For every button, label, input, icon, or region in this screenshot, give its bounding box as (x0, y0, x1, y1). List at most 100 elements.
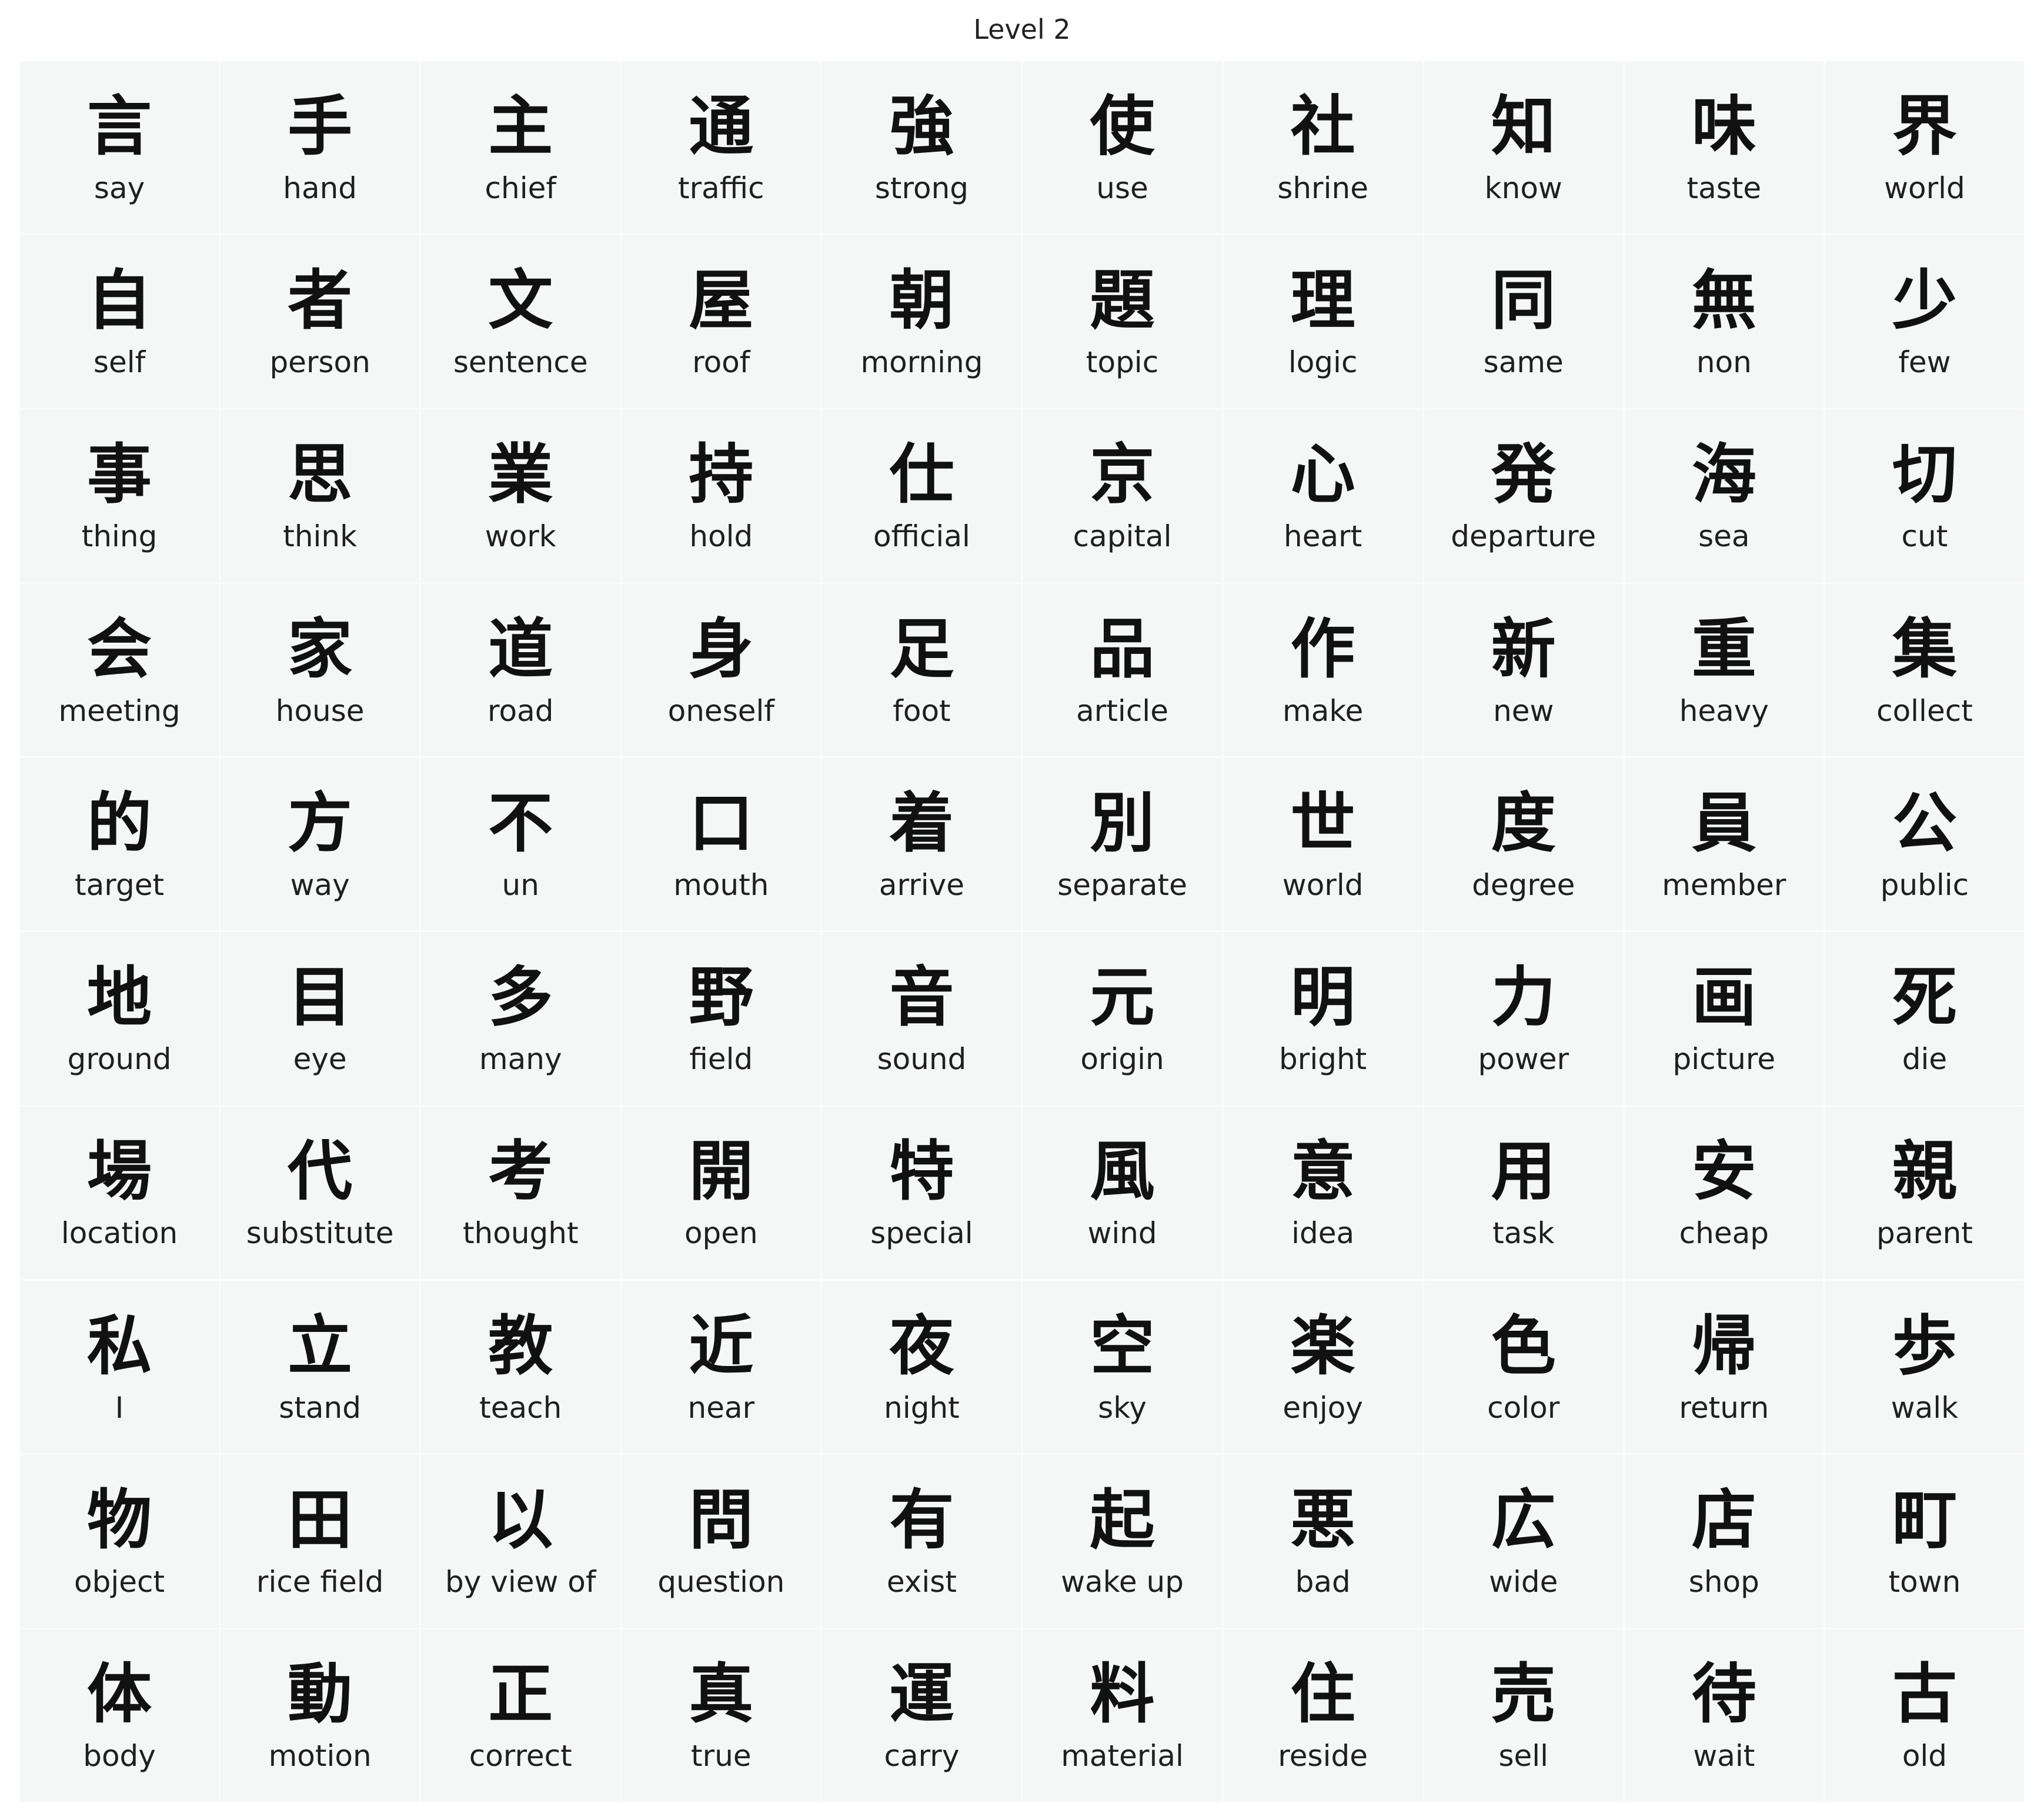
kanji-card: 悪 bad (1223, 1455, 1422, 1628)
kanji-card: 度 degree (1424, 758, 1623, 931)
kanji-meaning: member (1662, 867, 1786, 902)
kanji-character: 町 (1892, 1482, 1957, 1558)
kanji-meaning: rice field (256, 1565, 384, 1599)
kanji-character: 明 (1290, 960, 1355, 1036)
kanji-meaning: field (689, 1042, 753, 1077)
kanji-meaning: sound (877, 1042, 967, 1077)
kanji-meaning: know (1484, 171, 1562, 205)
kanji-card: 世 world (1223, 758, 1422, 931)
kanji-meaning: wide (1489, 1565, 1558, 1599)
kanji-meaning: heavy (1679, 693, 1769, 728)
kanji-character: 家 (288, 611, 353, 687)
kanji-card: 立 stand (221, 1281, 420, 1454)
kanji-character: 通 (689, 88, 754, 164)
kanji-character: 京 (1090, 437, 1155, 513)
kanji-character: 田 (288, 1482, 353, 1558)
kanji-meaning: I (115, 1390, 124, 1425)
kanji-card: 代 substitute (221, 1106, 420, 1280)
kanji-card: 知 know (1424, 61, 1623, 234)
kanji-character: 作 (1290, 611, 1355, 687)
kanji-card: 自 self (20, 235, 219, 408)
kanji-meaning: true (691, 1739, 752, 1774)
kanji-card: 発 departure (1424, 409, 1623, 582)
kanji-meaning: open (684, 1216, 758, 1251)
kanji-meaning: shrine (1277, 171, 1368, 205)
kanji-meaning: foot (893, 693, 951, 728)
kanji-card: 集 collect (1825, 583, 2024, 757)
kanji-meaning: sky (1098, 1390, 1147, 1425)
kanji-card: 身 oneself (622, 583, 821, 757)
kanji-character: 有 (889, 1482, 954, 1558)
kanji-card: 心 heart (1223, 409, 1422, 582)
kanji-card: 以 by view of (421, 1455, 620, 1628)
kanji-card: 別 separate (1023, 758, 1222, 931)
kanji-character: 教 (488, 1308, 553, 1384)
kanji-character: 悪 (1290, 1482, 1355, 1558)
kanji-card: 方 way (221, 758, 420, 931)
kanji-card: 品 article (1023, 583, 1222, 757)
kanji-meaning: carry (884, 1739, 960, 1774)
kanji-character: 音 (889, 960, 954, 1036)
kanji-card: 用 task (1424, 1106, 1623, 1280)
kanji-card: 界 world (1825, 61, 2024, 234)
kanji-character: 思 (288, 437, 353, 513)
kanji-character: 会 (87, 611, 152, 687)
kanji-character: 地 (87, 960, 152, 1036)
kanji-card: 町 town (1825, 1455, 2024, 1628)
kanji-card: 切 cut (1825, 409, 2024, 582)
kanji-meaning: thought (462, 1216, 579, 1251)
kanji-meaning: un (502, 867, 539, 902)
kanji-card: 道 road (421, 583, 620, 757)
kanji-meaning: article (1076, 693, 1168, 728)
kanji-character: 安 (1691, 1134, 1756, 1210)
kanji-character: 住 (1290, 1657, 1355, 1732)
kanji-meaning: sea (1698, 519, 1750, 554)
kanji-character: 売 (1491, 1657, 1556, 1732)
kanji-card: 元 origin (1023, 932, 1222, 1105)
kanji-card: 朝 morning (822, 235, 1021, 408)
kanji-meaning: cheap (1679, 1216, 1769, 1251)
kanji-character: 正 (488, 1657, 553, 1732)
kanji-character: 力 (1491, 960, 1556, 1036)
kanji-card: 店 shop (1624, 1455, 1823, 1628)
kanji-grid: 言 say 手 hand 主 chief 通 traffic 強 strong 使 use 社 shrin… (20, 61, 2024, 1802)
kanji-character: 代 (288, 1134, 353, 1210)
kanji-card: 有 exist (822, 1455, 1021, 1628)
kanji-meaning: picture (1672, 1042, 1776, 1077)
kanji-character: 題 (1090, 262, 1155, 338)
kanji-meaning: think (283, 519, 358, 554)
kanji-character: 海 (1691, 437, 1756, 513)
kanji-meaning: target (75, 867, 165, 902)
kanji-character: 心 (1290, 437, 1355, 513)
kanji-character: 歩 (1892, 1308, 1957, 1384)
kanji-character: 朝 (889, 262, 954, 338)
kanji-character: 自 (87, 262, 152, 338)
kanji-meaning: non (1696, 345, 1752, 379)
kanji-meaning: person (269, 345, 370, 379)
kanji-meaning: reside (1278, 1739, 1368, 1774)
kanji-card: 新 new (1424, 583, 1623, 757)
kanji-card: 楽 enjoy (1223, 1281, 1422, 1454)
kanji-character: 風 (1090, 1134, 1155, 1210)
kanji-character: 起 (1090, 1482, 1155, 1558)
kanji-card: 重 heavy (1624, 583, 1823, 757)
kanji-meaning: public (1880, 867, 1969, 902)
kanji-meaning: die (1902, 1042, 1948, 1077)
kanji-meaning: sell (1498, 1739, 1549, 1774)
kanji-character: 少 (1892, 262, 1957, 338)
kanji-card: 風 wind (1023, 1106, 1222, 1280)
kanji-character: 私 (87, 1308, 152, 1384)
kanji-meaning: bad (1295, 1565, 1351, 1599)
kanji-card: 海 sea (1624, 409, 1823, 582)
kanji-meaning: near (687, 1390, 755, 1425)
kanji-card: 味 taste (1624, 61, 1823, 234)
kanji-character: 運 (889, 1657, 954, 1732)
kanji-meaning: degree (1472, 867, 1575, 902)
kanji-card: 仕 official (822, 409, 1021, 582)
kanji-meaning: mouth (673, 867, 769, 902)
kanji-meaning: hand (283, 171, 358, 205)
kanji-card: 不 un (421, 758, 620, 931)
kanji-character: 足 (889, 611, 954, 687)
kanji-meaning: wind (1087, 1216, 1157, 1251)
kanji-character: 画 (1691, 960, 1756, 1036)
